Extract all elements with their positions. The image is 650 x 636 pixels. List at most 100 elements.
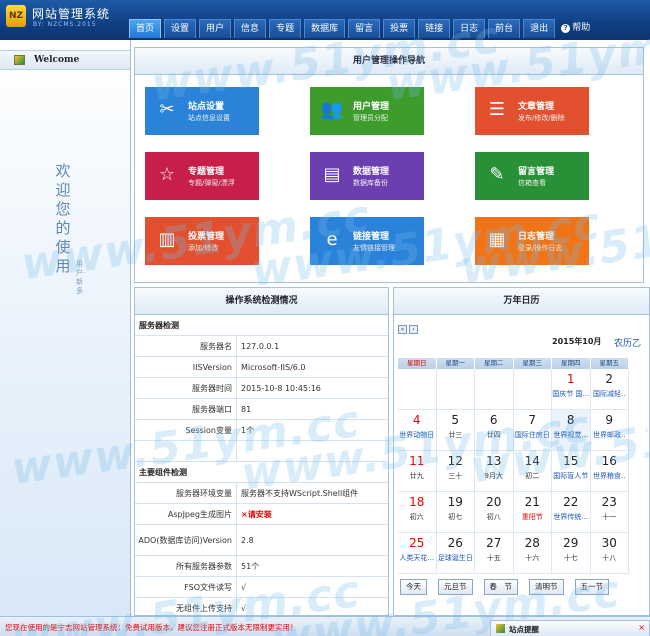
nav-tile[interactable]: ▦ 日志管理登录/操作日志 xyxy=(475,217,589,265)
welcome-bar: Welcome xyxy=(0,50,130,70)
admin-app: NZ 网站管理系统 BY: NZCMS.2015 首页 设置 用户 信息 专题 数据库 留言… xyxy=(0,0,650,636)
info-key: Session变量 xyxy=(135,420,237,440)
calendar-day[interactable]: 11 廿九 xyxy=(398,451,437,492)
nav-tile[interactable]: 👥 用户管理 管理员分配 xyxy=(310,87,424,135)
tip-icon xyxy=(496,624,505,633)
info-row: ADO(数据库访问)Version 2.8 xyxy=(135,525,388,556)
calendar-quick-button[interactable]: 今天 xyxy=(400,579,427,595)
calendar-day[interactable]: 26 足球诞生日 xyxy=(436,533,475,574)
day-lunar: 初六 xyxy=(409,513,424,521)
tile-desc: 添加/修改 xyxy=(188,244,219,252)
nav-item-8[interactable]: 链接 xyxy=(418,19,451,38)
calendar-quick-button[interactable]: 清明节 xyxy=(529,579,564,595)
day-number: 5 xyxy=(451,413,460,427)
nav-item-7[interactable]: 投票 xyxy=(383,19,416,38)
nav-tile[interactable]: ✎ 留言管理 信箱查看 xyxy=(475,152,589,200)
calendar-day[interactable]: 30 十八 xyxy=(590,533,629,574)
info-row: AspJpeg生成图片 ×请安装 xyxy=(135,504,388,525)
calendar-day[interactable]: 7 国际住房日 xyxy=(513,410,552,451)
calendar-day[interactable]: 27 十五 xyxy=(475,533,514,574)
info-value: 2.8 xyxy=(241,535,254,545)
calendar-day[interactable]: 15 国际盲人节 xyxy=(552,451,591,492)
nav-item-3[interactable]: 信息 xyxy=(234,19,267,38)
tile-name: 日志管理 xyxy=(518,232,555,242)
calendar-month: 2015年10月 xyxy=(552,337,602,346)
day-number: 20 xyxy=(486,495,502,509)
calendar-day[interactable]: 28 十六 xyxy=(513,533,552,574)
calendar-day xyxy=(513,369,552,410)
calendar-day[interactable]: 2 国际减轻.. xyxy=(590,369,629,410)
day-lunar: 世界传统... xyxy=(553,513,589,521)
calendar-day[interactable]: 16 世界粮食.. xyxy=(590,451,629,492)
nav-tile[interactable]: ▤ 数据管理 数据库备份 xyxy=(310,152,424,200)
day-lunar: 十五 xyxy=(486,554,501,562)
nav-item-5[interactable]: 数据库 xyxy=(304,19,346,38)
calendar-day[interactable]: 21 重阳节 xyxy=(513,492,552,533)
calendar-day[interactable]: 6 廿四 xyxy=(475,410,514,451)
day-lunar: 国际减轻.. xyxy=(593,390,626,398)
nav-item-11[interactable]: 退出 xyxy=(523,19,556,38)
site-tip-title: 站点提醒 xyxy=(509,625,539,634)
server-rows: 服务器名 127.0.0.1 IISVersion Microsoft-IIS/6.0… xyxy=(135,336,388,462)
nav-item-4[interactable]: 专题 xyxy=(269,19,302,38)
welcome-vertical-text: 欢迎您的使用 xyxy=(55,162,71,275)
help-link[interactable]: ? 帮助 xyxy=(558,19,590,38)
calendar-day[interactable]: 4 世界动物日 xyxy=(398,410,437,451)
nav-tile[interactable]: ☰ 文章管理 发布/修改/删除 xyxy=(475,87,589,135)
day-lunar: 十七 xyxy=(563,554,578,562)
calendar-day[interactable]: 12 三十 xyxy=(436,451,475,492)
nav-tile[interactable]: ☆ 专题管理 专题/弹窗/漂浮 xyxy=(145,152,259,200)
lunar-link[interactable]: 农历乙 xyxy=(614,336,641,349)
calendar-day[interactable]: 22 世界传统... xyxy=(552,492,591,533)
welcome-label: Welcome xyxy=(34,55,80,65)
info-key: 服务器名 xyxy=(135,336,237,356)
tile-desc: 登录/操作日志 xyxy=(518,244,563,252)
calendar-icon: ▦ xyxy=(488,229,506,250)
day-lunar: 廿九 xyxy=(409,472,424,480)
nav-tile[interactable]: ✂ 站点设置 站点信息设置 xyxy=(145,87,259,135)
prev-year-button[interactable]: « xyxy=(398,325,407,334)
calendar-day[interactable]: 8 世界视觉... xyxy=(552,410,591,451)
calendar-day[interactable]: 14 初二 xyxy=(513,451,552,492)
day-number: 30 xyxy=(601,536,617,550)
calendar-week: 25 人类天花... 26 足球诞生日 27 十五 28 十六 29 十七 30 十八 xyxy=(398,533,649,574)
calendar-quick-button[interactable]: 元旦节 xyxy=(438,579,473,595)
calendar-quick-button[interactable]: 五一节 xyxy=(574,579,609,595)
calendar-day[interactable]: 20 初八 xyxy=(475,492,514,533)
close-icon[interactable]: × xyxy=(638,623,645,632)
info-row: 服务器端口 81 xyxy=(135,399,388,420)
calendar-day[interactable]: 19 初七 xyxy=(436,492,475,533)
info-value: 81 xyxy=(241,404,252,414)
tools-icon: ✂ xyxy=(159,99,175,120)
nav-item-6[interactable]: 留言 xyxy=(348,19,381,38)
info-key: ADO(数据库访问)Version xyxy=(135,525,237,555)
calendar-day[interactable]: 13 9月大 xyxy=(475,451,514,492)
calendar-day[interactable]: 18 初六 xyxy=(398,492,437,533)
day-number: 26 xyxy=(447,536,463,550)
nav-item-10[interactable]: 前台 xyxy=(488,19,521,38)
calendar-day[interactable]: 25 人类天花... xyxy=(398,533,437,574)
calendar-day[interactable]: 23 十一 xyxy=(590,492,629,533)
day-number: 23 xyxy=(601,495,617,509)
help-label: 帮助 xyxy=(572,23,591,33)
calendar-day[interactable]: 5 廿三 xyxy=(436,410,475,451)
calendar-day[interactable]: 9 世界邮政.. xyxy=(590,410,629,451)
tile-name: 留言管理 xyxy=(518,167,555,177)
nav-tile[interactable]: e 链接管理 友情链接管理 xyxy=(310,217,424,265)
nav-tile[interactable]: ▥ 投票管理 添加/修改 xyxy=(145,217,259,265)
nav-item-1[interactable]: 设置 xyxy=(164,19,197,38)
calendar-quick-button[interactable]: 春 节 xyxy=(483,579,518,595)
nav-item-0[interactable]: 首页 xyxy=(129,19,162,38)
calendar-quick-buttons: 今天 元旦节春 节清明节 五一节 xyxy=(400,579,620,595)
info-key: AspJpeg生成图片 xyxy=(135,504,237,524)
nav-item-2[interactable]: 用户 xyxy=(199,19,232,38)
site-tip-box[interactable]: 站点提醒 × xyxy=(490,620,650,636)
tile-name: 数据管理 xyxy=(353,167,390,177)
calendar-day[interactable]: 29 十七 xyxy=(552,533,591,574)
database-icon: ▤ xyxy=(323,164,341,185)
nav-item-9[interactable]: 日志 xyxy=(453,19,486,38)
system-check-title: 操作系统检测情况 xyxy=(135,288,388,315)
prev-month-button[interactable]: ‹ xyxy=(409,325,418,334)
calendar-day[interactable]: 1 国庆节 国... xyxy=(552,369,591,410)
chart-icon: ▥ xyxy=(158,229,176,250)
